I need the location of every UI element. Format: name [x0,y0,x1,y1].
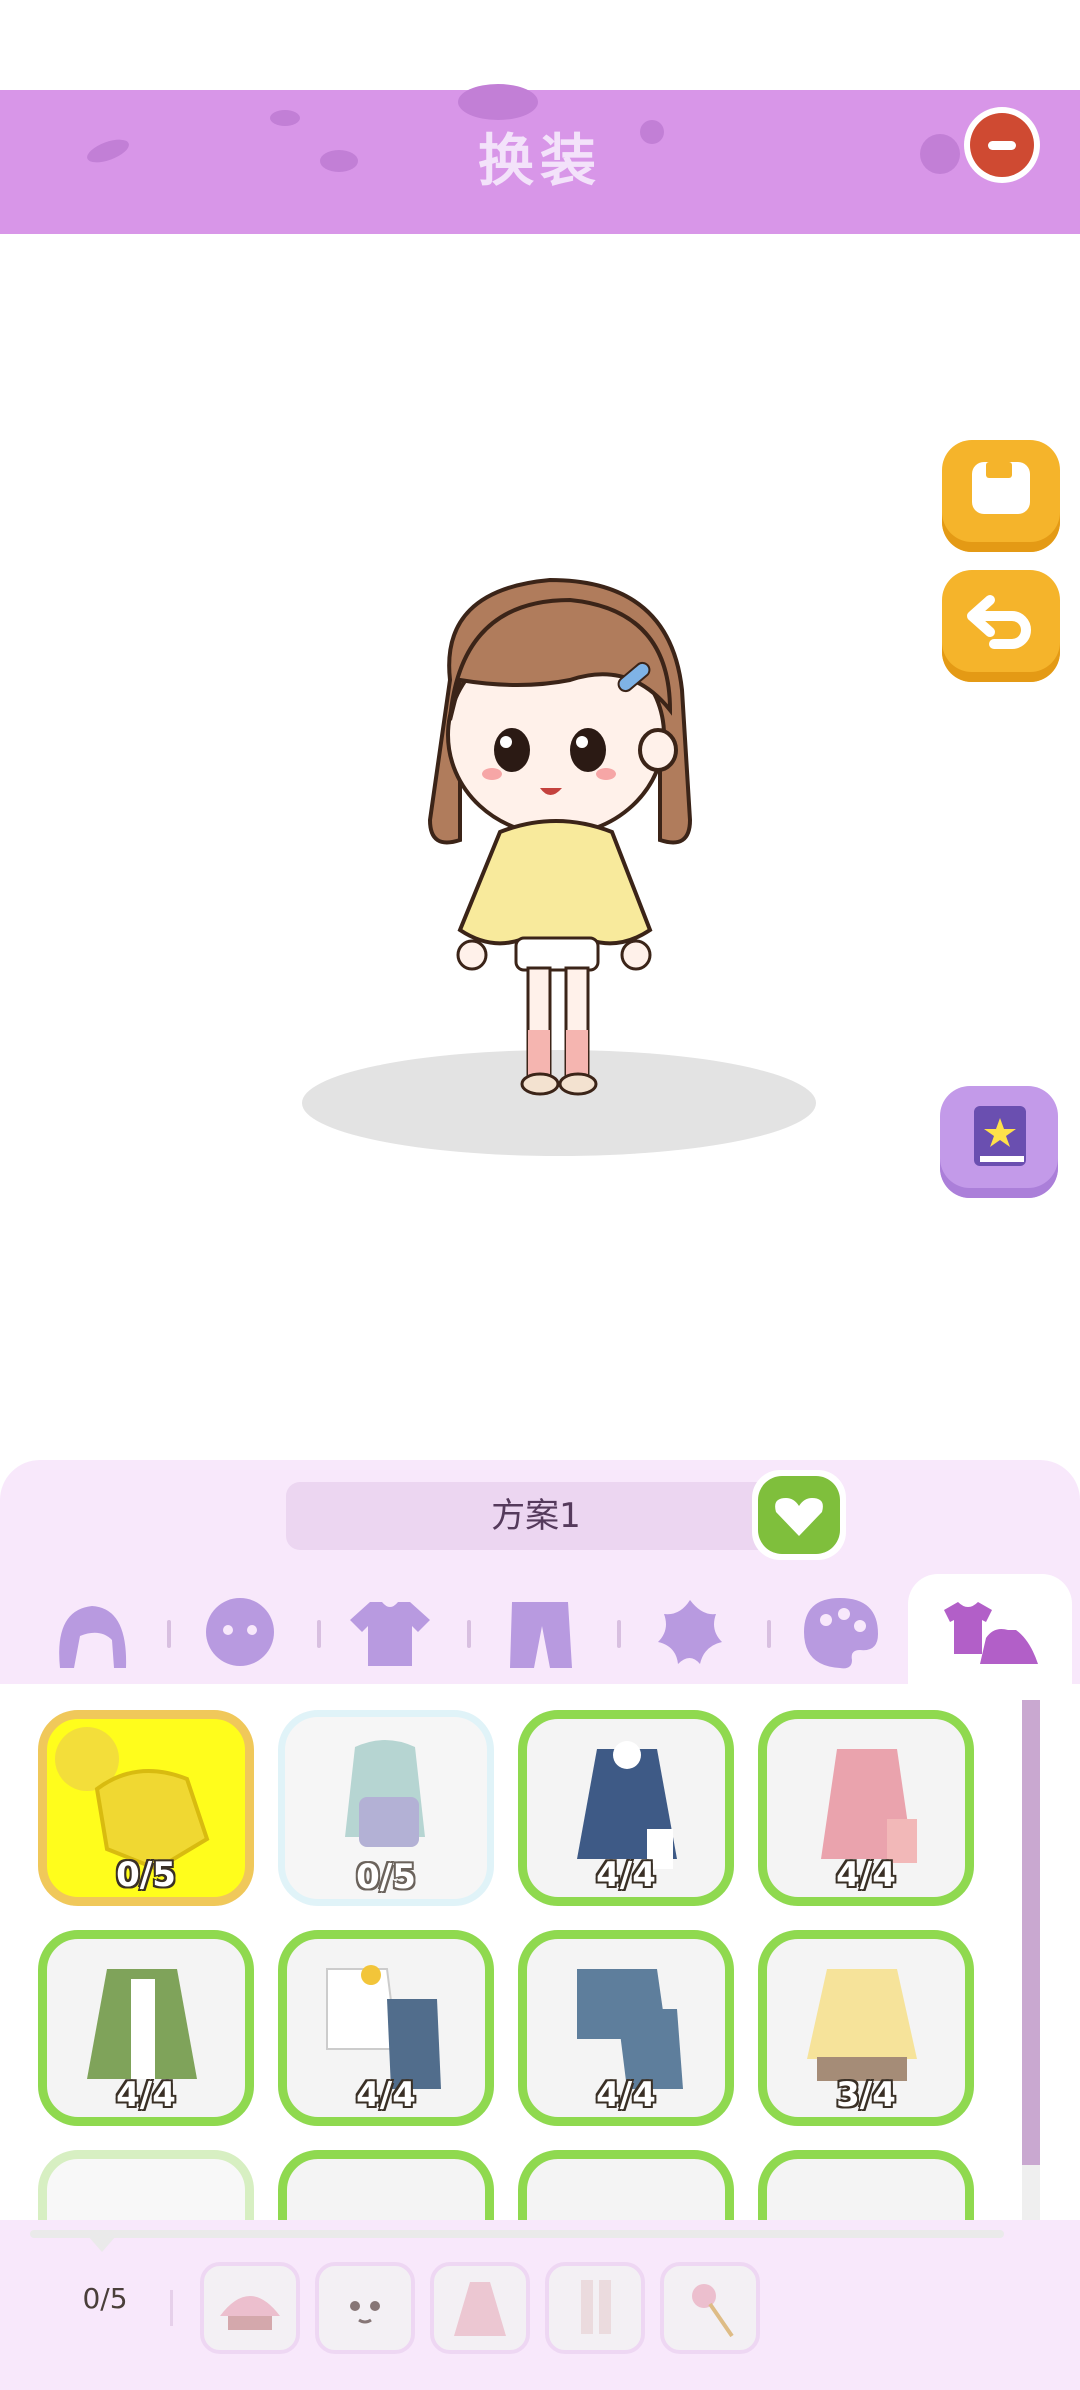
outfit-item-card[interactable]: 4/4 [518,1710,734,1906]
outfit-item-card[interactable]: 4/4 [278,1930,494,2126]
tab-outfit[interactable] [930,1580,1050,1680]
close-button[interactable] [964,107,1040,183]
tab-divider [467,1620,471,1648]
item-count: 4/4 [596,1855,656,1895]
outfit-item-card[interactable] [278,2150,494,2220]
outfit-item-card[interactable] [38,2150,254,2220]
equipped-divider [170,2290,173,2326]
tshirt-icon [350,1602,430,1666]
outfit-item-card[interactable]: 0/5 [38,1710,254,1906]
tab-top[interactable] [330,1580,450,1680]
scheme-dropdown-button[interactable] [752,1470,846,1560]
collection-book-button[interactable] [940,1086,1058,1198]
character-avatar [427,577,693,1096]
equipped-slot-dress[interactable] [430,2262,530,2354]
item-count: 4/4 [116,2075,176,2115]
page-title: 换装 [478,129,602,194]
item-count: 4/4 [356,2075,416,2115]
item-grid: 0/5 0/5 4/4 4/4 4/4 4/4 4/4 3/4 [0,1684,1080,2220]
outfit-item-card[interactable]: 4/4 [758,1710,974,1906]
outfit-icon [944,1602,1038,1664]
item-count: 4/4 [596,2075,656,2115]
pants-icon [510,1602,572,1668]
tab-divider [167,1620,171,1648]
equipped-slot-socks[interactable] [545,2262,645,2354]
flower-icon [658,1600,722,1664]
face-icon [206,1598,274,1666]
socks-icon [581,2280,611,2334]
undo-icon [967,595,1031,649]
outfit-item-card[interactable]: 4/4 [38,1930,254,2126]
divider [30,2230,1004,2238]
dress-icon [454,2282,506,2336]
scheme-selector[interactable]: 方案1 [286,1482,786,1550]
tab-accessory[interactable] [630,1580,750,1680]
hair-icon [59,1606,127,1668]
header-bar: 换装 [0,84,1080,234]
pointer-arrow [88,2236,116,2252]
equipped-slot-face[interactable] [315,2262,415,2354]
tab-face[interactable] [180,1580,300,1680]
face-icon [350,2301,380,2324]
tab-palette[interactable] [780,1580,900,1680]
equipped-count: 0/5 [82,2282,128,2315]
item-count: 0/5 [356,1857,416,1897]
minus-icon [970,113,1034,177]
tab-divider [317,1620,321,1648]
item-count: 3/4 [836,2075,896,2115]
outfit-item-card[interactable] [518,2150,734,2220]
outfit-item-card[interactable] [758,2150,974,2220]
heart-icon [775,1498,823,1536]
save-button[interactable] [942,440,1060,552]
tab-divider [617,1620,621,1648]
equipped-slot-hat[interactable] [200,2262,300,2354]
outfit-item-card[interactable]: 4/4 [518,1930,734,2126]
hat-icon [220,2296,280,2330]
tab-bottom[interactable] [480,1580,600,1680]
outfit-item-card[interactable]: 3/4 [758,1930,974,2126]
item-count: 0/5 [116,1855,176,1895]
tab-divider [767,1620,771,1648]
undo-button[interactable] [942,570,1060,682]
palette-icon [804,1598,878,1669]
item-count: 4/4 [836,1855,896,1895]
tab-hair[interactable] [30,1580,150,1680]
wand-icon [692,2284,734,2338]
equipped-slot-wand[interactable] [660,2262,760,2354]
outfit-item-card[interactable]: 0/5 [278,1710,494,1906]
scrollbar-thumb[interactable] [1022,1700,1040,2165]
star-book-icon [974,1106,1026,1166]
save-icon [972,462,1030,514]
